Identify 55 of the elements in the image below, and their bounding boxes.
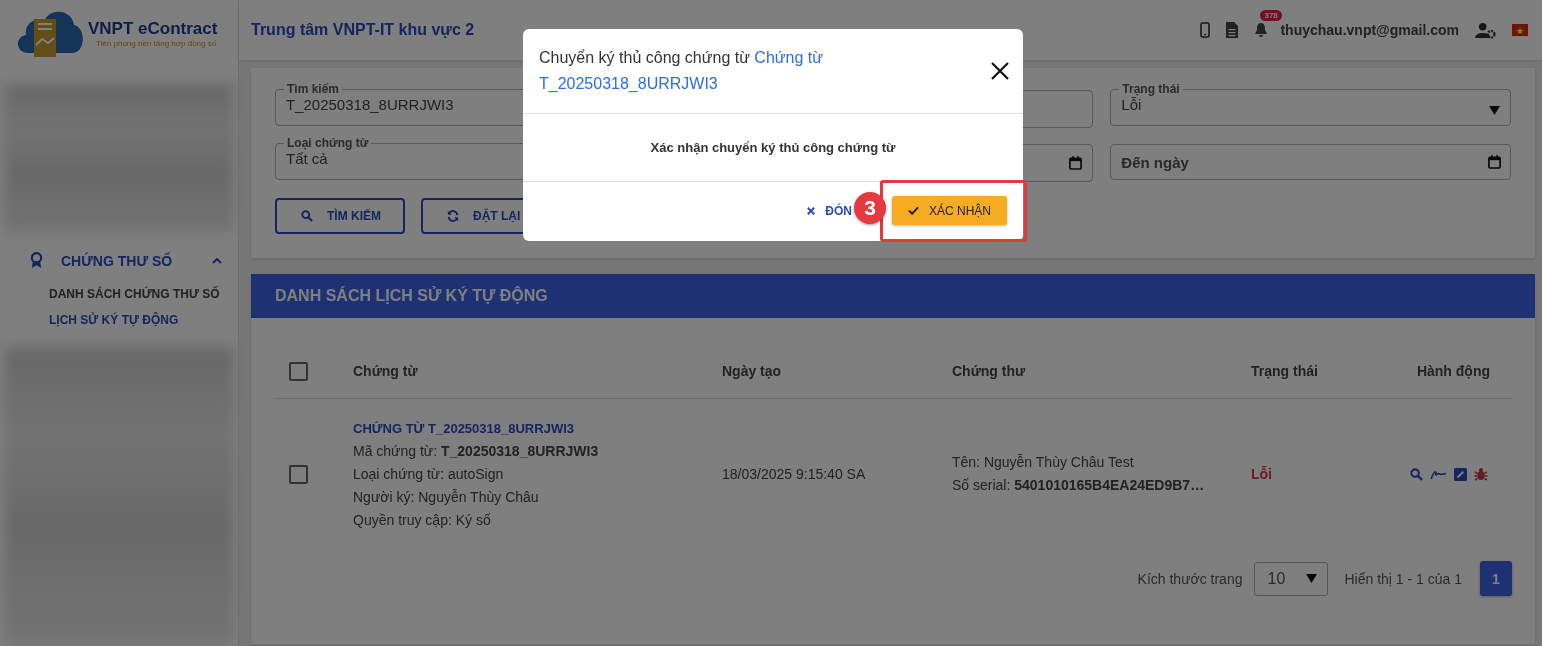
column-header: Hành động: [1416, 363, 1490, 379]
bug-icon[interactable]: [1474, 467, 1488, 481]
menu-item[interactable]: DANH SÁCH CHỨNG THƯ SỐ: [0, 281, 238, 307]
document-detail: Người ký: Nguyễn Thùy Châu: [353, 488, 540, 506]
date-field[interactable]: Đến ngày: [1110, 144, 1511, 180]
column-header: Chứng từ: [353, 363, 418, 379]
user-settings-icon[interactable]: [1475, 21, 1496, 39]
edit-icon[interactable]: [1454, 467, 1467, 481]
page-button[interactable]: 1: [1480, 561, 1512, 596]
chevron-icon: [212, 257, 222, 264]
menu-group[interactable]: CHỨNG THƯ SỐ: [0, 234, 238, 281]
page-size-label: Kích thước trang: [1137, 570, 1243, 587]
refresh-icon: [447, 210, 459, 222]
table-cell: 18/03/2025 9:15:40 SA: [722, 466, 866, 482]
column-header: Chứng thư: [952, 363, 1026, 379]
search-icon[interactable]: [1410, 467, 1423, 481]
close-button[interactable]: ĐÓN: [807, 197, 852, 224]
column-header: Ngày tạo: [722, 363, 782, 379]
status-select[interactable]: Trạng thái Lỗi: [1110, 82, 1511, 126]
status-label: Lỗi: [1251, 466, 1272, 482]
phone-icon[interactable]: [1200, 22, 1211, 38]
user-email[interactable]: thuychau.vnpt@gmail.com: [1280, 22, 1459, 38]
document-link[interactable]: CHỨNG TỪ T_20250318_8URRJWI3: [353, 419, 722, 437]
bell-icon[interactable]: [1254, 22, 1269, 38]
menu-item[interactable]: LỊCH SỬ KÝ TỰ ĐỘNG: [0, 307, 238, 333]
select-all-checkbox[interactable]: [289, 361, 308, 381]
search-button[interactable]: TÌM KIẾM: [275, 198, 405, 234]
brand-name: VNPT eContract: [88, 18, 218, 39]
notification-badge: 378: [1260, 10, 1282, 21]
close-icon: [807, 206, 816, 215]
close-icon[interactable]: [991, 62, 1009, 80]
search-icon: [301, 210, 313, 222]
flag-icon[interactable]: [1512, 24, 1528, 36]
page-size-select[interactable]: 10: [1254, 561, 1329, 596]
confirm-button[interactable]: XÁC NHẬN: [892, 196, 1007, 225]
column-header: Trạng thái: [1251, 363, 1318, 379]
dropdown-icon: [1306, 574, 1318, 583]
page-summary: Hiển thị 1 - 1 của 1: [1344, 570, 1462, 587]
award-icon: [30, 252, 43, 269]
check-icon: [908, 206, 919, 215]
certificate-detail: Số serial: 5401010165B4EA24ED9B7…: [952, 477, 1206, 494]
calendar-icon: [1069, 156, 1083, 170]
document-icon[interactable]: [1226, 22, 1239, 38]
organization-title: Trung tâm VNPT-IT khu vực 2: [251, 21, 476, 39]
dropdown-icon: [1489, 106, 1500, 115]
signature-icon[interactable]: [1430, 468, 1447, 480]
table-title-bar: DANH SÁCH LỊCH SỬ KÝ TỰ ĐỘNG: [251, 274, 1535, 318]
document-detail: Loại chứng từ: autoSign: [353, 465, 505, 483]
brand-tagline: Tiên phong nền tảng hợp đồng số: [96, 38, 218, 48]
step-badge: 3: [854, 192, 886, 224]
row-checkbox[interactable]: [289, 464, 308, 484]
document-detail: Quyền truy cập: Ký số: [353, 511, 492, 529]
certificate-detail: Tên: Nguyễn Thùy Châu Test: [952, 454, 1135, 471]
document-detail: Mã chứng từ: T_20250318_8URRJWI3: [353, 442, 600, 460]
calendar-icon: [1488, 155, 1501, 169]
